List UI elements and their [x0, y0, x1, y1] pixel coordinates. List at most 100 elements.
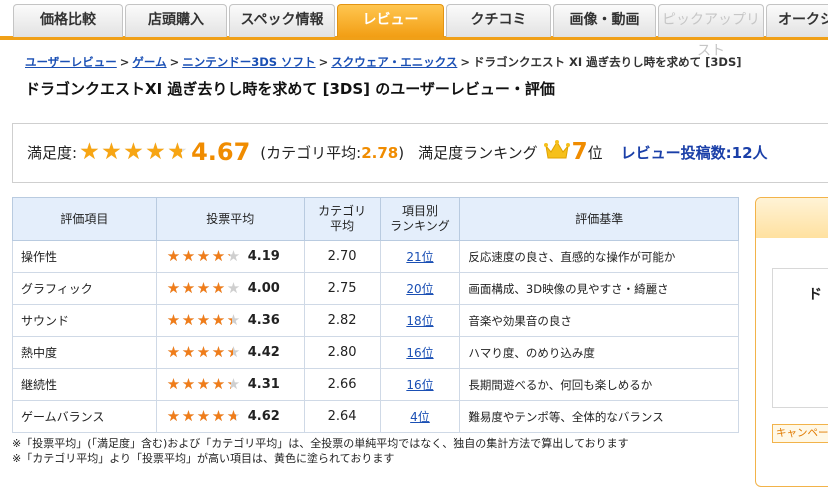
cell-criteria: 難易度やテンポ等、全体的なバランス	[459, 400, 739, 433]
tab-price-compare[interactable]: 価格比較	[13, 4, 123, 37]
star-icon: ★★	[211, 407, 226, 425]
star-rating: ★★★★★★★★★★	[167, 281, 242, 296]
star-rating: ★★★★★★★★★★	[167, 345, 242, 360]
header-item-ranking-line1: 項目別	[401, 204, 438, 218]
breadcrumb-link-game[interactable]: ゲーム	[132, 55, 166, 69]
breadcrumb-link-square-enix[interactable]: スクウェア・エニックス	[331, 55, 457, 69]
side-panel-text: ド	[808, 287, 822, 303]
tab-bar: 価格比較 店頭購入 スペック情報 レビュー クチコミ 画像・動画 ピックアップリ…	[0, 0, 828, 59]
tab-specs[interactable]: スペック情報	[229, 4, 335, 37]
breadcrumb-separator: >	[119, 55, 130, 69]
table-row: サウンド★★★★★★★★★★4.362.8218位音楽や効果音の良さ	[12, 304, 739, 337]
star-icon: ★★	[181, 311, 196, 329]
cell-item-ranking: 16位	[379, 336, 461, 369]
table-header-row: 評価項目 投票平均 カテゴリ 平均 項目別 ランキング 評価基準	[12, 197, 739, 241]
cell-item: サウンド	[12, 304, 157, 337]
star-icon: ★★	[211, 375, 226, 393]
table-row: 操作性★★★★★★★★★★4.192.7021位反応速度の良さ、直感的な操作が可…	[12, 240, 739, 273]
item-ranking-link[interactable]: 18位	[406, 314, 433, 328]
tab-images-video[interactable]: 画像・動画	[553, 4, 656, 37]
cell-category-average: 2.70	[303, 240, 381, 273]
notes: ※「投票平均」(「満足度」含む)および「カテゴリ平均」は、全投票の単純平均ではな…	[12, 436, 629, 466]
star-icon: ★★	[226, 407, 241, 425]
star-icon: ★★	[211, 343, 226, 361]
cell-item-ranking: 20位	[379, 272, 461, 305]
item-ranking-link[interactable]: 21位	[406, 250, 433, 264]
star-icon: ★★	[181, 247, 196, 265]
vote-average-value: 4.62	[247, 409, 280, 424]
cell-criteria: ハマり度、のめり込み度	[459, 336, 739, 369]
cell-item: 継続性	[12, 368, 157, 401]
breadcrumb-separator: >	[460, 55, 470, 69]
category-average-suffix: )	[398, 143, 405, 162]
star-icon: ★★	[79, 139, 100, 165]
note-line: ※「投票平均」(「満足度」含む)および「カテゴリ平均」は、全投票の単純平均ではな…	[12, 437, 629, 450]
star-icon: ★★	[145, 139, 166, 165]
note-line: ※「カテゴリ平均」より「投票平均」が高い項目は、黄色に塗られております	[12, 452, 395, 465]
cell-category-average: 2.80	[303, 336, 381, 369]
star-icon: ★★	[196, 247, 211, 265]
cell-item: ゲームバランス	[12, 400, 157, 433]
vote-average-value: 4.31	[247, 377, 280, 392]
cell-category-average: 2.66	[303, 368, 381, 401]
breadcrumb-current: ドラゴンクエスト XI 過ぎ去りし時を求めて [3DS]	[473, 55, 742, 69]
cell-criteria: 反応速度の良さ、直感的な操作が可能か	[459, 240, 739, 273]
side-panel: ド キャンペーン	[755, 197, 828, 487]
cell-criteria: 音楽や効果音の良さ	[459, 304, 739, 337]
table-row: グラフィック★★★★★★★★★★4.002.7520位画面構成、3D映像の見やす…	[12, 272, 739, 305]
star-icon: ★★	[226, 343, 241, 361]
table-row: 熱中度★★★★★★★★★★4.422.8016位ハマり度、のめり込み度	[12, 336, 739, 369]
tab-kuchikomi[interactable]: クチコミ	[446, 4, 551, 37]
cell-criteria: 画面構成、3D映像の見やすさ・綺麗さ	[459, 272, 739, 305]
evaluation-table: 評価項目 投票平均 カテゴリ 平均 項目別 ランキング 評価基準 操作性 ★ ★ ★ ★ ★ ★…	[12, 197, 739, 433]
header-vote-average: 投票平均	[155, 197, 305, 241]
star-icon: ★★	[166, 279, 181, 297]
star-icon: ★★	[211, 247, 226, 265]
star-icon: ★★	[211, 279, 226, 297]
cell-category-average: 2.82	[303, 304, 381, 337]
tab-store-purchase[interactable]: 店頭購入	[125, 4, 227, 37]
tab-review[interactable]: レビュー	[337, 4, 444, 37]
side-panel-header	[756, 198, 828, 238]
star-icon: ★★	[196, 343, 211, 361]
category-average-prefix: (カテゴリ平均:	[260, 143, 362, 162]
cell-vote-average: ★★★★★★★★★★4.00	[155, 272, 305, 305]
item-ranking-link[interactable]: 4位	[410, 410, 430, 424]
item-ranking-link[interactable]: 16位	[406, 346, 433, 360]
tab-pickup-list: ピックアップリスト	[658, 4, 764, 59]
crown-icon	[543, 139, 570, 165]
cell-vote-average: ★ ★ ★ ★ ★ ★ ★ ★ ★ ★ 4.62	[155, 400, 305, 433]
satisfaction-rank: 7	[571, 139, 588, 165]
star-icon: ★★	[196, 407, 211, 425]
review-count-link[interactable]: レビュー投稿数:12人	[621, 142, 768, 163]
breadcrumb-link-3ds-soft[interactable]: ニンテンドー3DS ソフト	[182, 55, 315, 69]
star-icon: ★★	[166, 247, 181, 265]
cell-vote-average: ★★★★★★★★★★4.36	[155, 304, 305, 337]
star-icon: ★★	[196, 375, 211, 393]
satisfaction-score: 4.67	[191, 138, 251, 166]
star-icon: ★★	[166, 311, 181, 329]
header-item-ranking-line2: ランキング	[390, 219, 450, 233]
star-icon: ★★	[226, 311, 241, 329]
star-icon: ★★	[166, 407, 181, 425]
star-icon: ★★	[226, 375, 241, 393]
star-icon: ★★	[226, 247, 241, 265]
star-icon: ★★	[226, 279, 241, 297]
breadcrumb-separator: >	[169, 55, 180, 69]
vote-average-value: 4.42	[247, 345, 280, 360]
satisfaction-ranking-label: 満足度ランキング	[418, 143, 538, 162]
star-icon: ★★	[123, 139, 144, 165]
star-icon: ★★	[211, 311, 226, 329]
satisfaction-summary: 満足度: ★ ★ ★ ★ ★ ★ ★ ★ ★ ★ 4.67 (カテゴリ平均:2.78) 満足度ラン…	[12, 123, 828, 183]
category-average-value: 2.78	[361, 143, 399, 162]
vote-average-value: 4.36	[247, 313, 280, 328]
star-icon: ★★	[181, 343, 196, 361]
tab-auction[interactable]: オークシ	[766, 4, 828, 37]
campaign-button[interactable]: キャンペーン	[772, 424, 828, 443]
satisfaction-star-rating: ★ ★ ★ ★ ★ ★ ★ ★ ★ ★	[79, 139, 189, 165]
item-ranking-link[interactable]: 16位	[406, 378, 433, 392]
star-icon: ★★	[196, 279, 211, 297]
breadcrumb-link-user-review[interactable]: ユーザーレビュー	[25, 55, 117, 69]
item-ranking-link[interactable]: 20位	[406, 282, 433, 296]
cell-item-ranking: 21位	[379, 240, 461, 273]
